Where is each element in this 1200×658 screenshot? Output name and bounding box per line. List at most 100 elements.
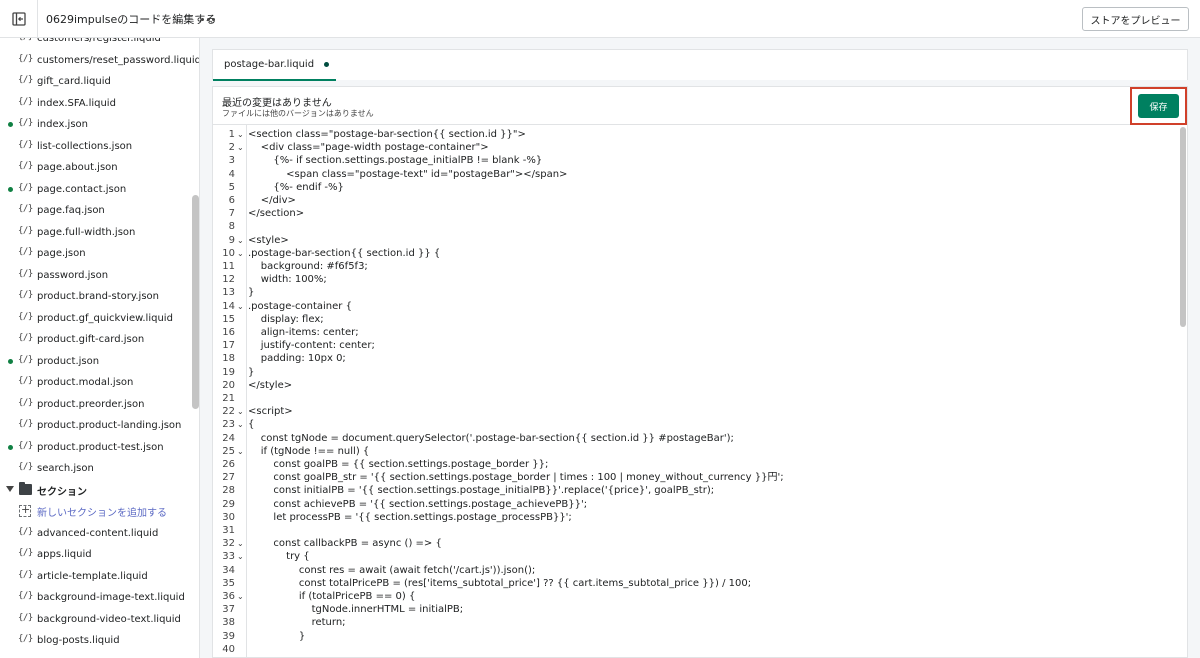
tab-postage-bar[interactable]: postage-bar.liquid (213, 50, 336, 81)
folder-sections[interactable]: セクション (0, 480, 190, 502)
file-item[interactable]: {/} background-image-text.liquid (0, 587, 190, 609)
code-text: </style> (248, 379, 293, 391)
file-item[interactable]: {/} list-collections.json (0, 136, 190, 158)
editor-scrollbar[interactable] (1180, 127, 1186, 327)
code-line: 7 </section> (213, 207, 1173, 220)
line-number: 19 (222, 366, 235, 378)
file-item[interactable]: {/} product.brand-story.json (0, 286, 190, 308)
fold-chevron-icon[interactable]: ⌄ (237, 247, 244, 260)
file-item[interactable]: {/} article-template.liquid (0, 566, 190, 588)
file-item[interactable]: {/} product.gift-card.json (0, 329, 190, 351)
code-line: 31 (213, 524, 1173, 537)
line-number: 34 (222, 564, 235, 576)
code-text: align-items: center; (248, 327, 359, 338)
code-line: 17 justify-content: center; (213, 339, 1173, 352)
file-item[interactable]: {/} page.full-width.json (0, 222, 190, 244)
file-code-icon: {/} (18, 182, 33, 193)
preview-store-button[interactable]: ストアをプレビュー (1082, 7, 1189, 31)
line-number: 1 (228, 129, 235, 140)
line-number: 9 (228, 234, 235, 246)
line-number: 8 (228, 221, 235, 233)
fold-chevron-icon[interactable]: ⌄ (237, 300, 244, 313)
fold-chevron-icon[interactable]: ⌄ (237, 590, 244, 603)
line-number: 30 (222, 511, 235, 523)
code-text: const goalPB_str = '{{ section.settings.… (248, 472, 784, 484)
file-name: blog-posts.liquid (37, 635, 120, 647)
file-item[interactable]: {/} product.modal.json (0, 372, 190, 394)
code-text: display: flex; (248, 313, 324, 325)
code-line: 37 tgNode.innerHTML = initialPB; (213, 603, 1173, 616)
code-line: 8 (213, 220, 1173, 233)
file-item[interactable]: {/} page.about.json (0, 157, 190, 179)
code-line: 18 padding: 10px 0; (213, 352, 1173, 365)
file-item[interactable]: {/} apps.liquid (0, 544, 190, 566)
file-name: password.json (37, 269, 109, 281)
fold-chevron-icon[interactable]: ⌄ (237, 537, 244, 550)
code-text: <div class="page-width postage-container… (248, 142, 489, 154)
file-item[interactable]: {/} product.product-landing.json (0, 415, 190, 437)
file-name: page.about.json (37, 162, 118, 174)
fold-chevron-icon[interactable]: ⌄ (237, 141, 244, 154)
modified-dot-icon (8, 186, 13, 192)
file-item[interactable]: {/} advanced-content.liquid (0, 523, 190, 545)
code-line: 24 const tgNode = document.querySelector… (213, 432, 1173, 445)
code-text: <style> (248, 234, 289, 246)
line-number: 39 (222, 630, 235, 642)
file-code-icon: {/} (18, 225, 33, 236)
fold-chevron-icon[interactable]: ⌄ (237, 445, 244, 458)
exit-editor-button[interactable] (0, 0, 38, 38)
file-item[interactable]: {/} customers/reset_password.liquid (0, 50, 199, 72)
file-name: background-image-text.liquid (37, 592, 185, 604)
fold-chevron-icon[interactable]: ⌄ (237, 128, 244, 141)
code-text: const totalPricePB = (res['items_subtota… (248, 577, 752, 589)
code-line: 6 </div> (213, 194, 1173, 207)
line-number: 17 (222, 340, 235, 352)
file-item[interactable]: {/} page.contact.json (0, 179, 190, 201)
file-item[interactable]: {/} product.preorder.json (0, 394, 190, 416)
status-bar: 最近の変更はありません ファイルには他のバージョンはありません 保存 (213, 87, 1187, 125)
fold-chevron-icon[interactable]: ⌄ (237, 418, 244, 431)
file-name: index.SFA.liquid (37, 97, 116, 109)
line-number: 4 (228, 168, 235, 180)
file-item[interactable]: {/} index.SFA.liquid (0, 93, 190, 115)
code-text: if (tgNode !== null) { (248, 445, 370, 457)
code-editor[interactable]: 1 ⌄ <section class="postage-bar-section{{ … (213, 125, 1187, 658)
file-item[interactable]: {/} page.json (0, 243, 190, 265)
code-text: const achievePB = '{{ section.settings.p… (248, 498, 588, 510)
file-code-icon: {/} (18, 419, 33, 429)
add-section-link[interactable]: 新しいセクションを追加する (0, 501, 190, 523)
code-line: 23 ⌄ { (213, 418, 1173, 431)
file-item[interactable]: {/} blog-posts.liquid (0, 630, 190, 652)
file-item[interactable]: {/} product.product-test.json (0, 437, 190, 459)
version-message: ファイルには他のバージョンはありません (222, 109, 374, 118)
code-text: return; (248, 617, 346, 629)
file-item[interactable]: {/} search.json (0, 458, 190, 480)
save-button[interactable]: 保存 (1138, 94, 1179, 118)
line-number: 12 (222, 274, 235, 286)
file-item[interactable]: {/} background-video-text.liquid (0, 609, 190, 631)
code-text: width: 100%; (248, 274, 327, 286)
file-item[interactable]: {/} product.gf_quickview.liquid (0, 308, 190, 330)
file-item[interactable]: {/} password.json (0, 265, 190, 287)
file-item[interactable]: {/} page.faq.json (0, 200, 190, 222)
file-code-icon: {/} (18, 96, 33, 107)
fold-chevron-icon[interactable]: ⌄ (237, 234, 244, 247)
more-actions-button[interactable] (198, 9, 218, 29)
line-number: 27 (222, 472, 235, 484)
status-message: 最近の変更はありません (222, 98, 332, 109)
code-line: 14 ⌄ .postage-container { (213, 300, 1173, 313)
file-code-icon: {/} (18, 38, 33, 42)
file-item[interactable]: {/} customers/register.liquid (0, 38, 190, 50)
sidebar-scrollbar[interactable] (192, 195, 199, 409)
file-item[interactable]: {/} gift_card.liquid (0, 71, 190, 93)
top-bar: 0629impulseのコードを編集する ストアをプレビュー (0, 0, 1200, 38)
fold-chevron-icon[interactable]: ⌄ (237, 405, 244, 418)
file-item[interactable]: {/} index.json (0, 114, 190, 136)
caret-down-icon (6, 485, 14, 492)
code-text: } (248, 366, 255, 378)
dots-icon (201, 17, 205, 21)
fold-chevron-icon[interactable]: ⌄ (237, 550, 244, 563)
file-item[interactable]: {/} product.json (0, 351, 190, 373)
file-name: advanced-content.liquid (37, 527, 159, 539)
line-number: 20 (222, 379, 235, 391)
